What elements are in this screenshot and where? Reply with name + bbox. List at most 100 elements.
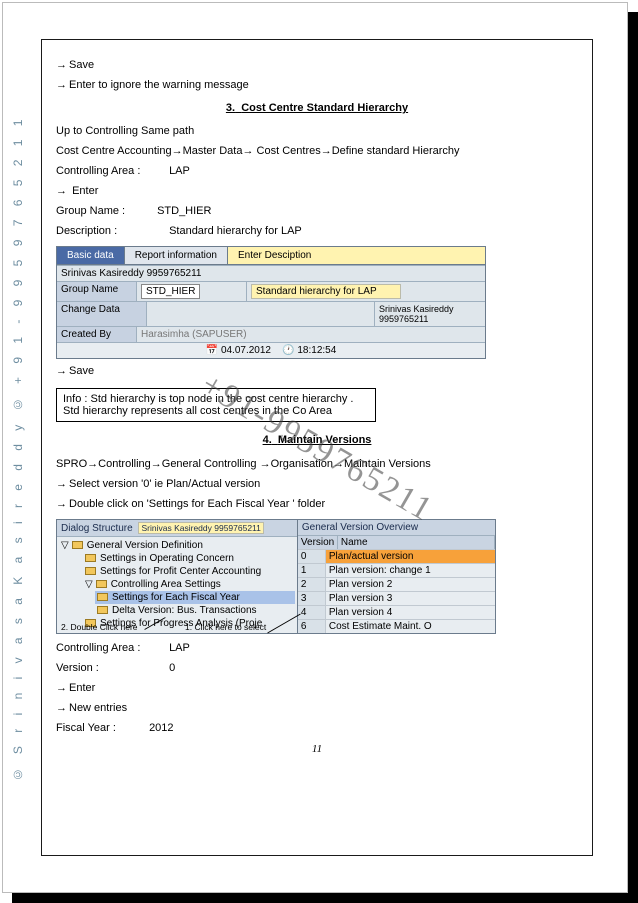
page: © S r i n i v a s a K a s i r e d d y © … [2, 2, 628, 893]
name: Plan version 2 [326, 578, 495, 591]
created-by-row: Created By Harasimha (SAPUSER) [57, 326, 485, 342]
callout-double-click: 2. Double Click here [61, 622, 138, 632]
version-row-6[interactable]: 6Cost Estimate Maint. O [298, 619, 495, 633]
step-save-2: Save [56, 363, 578, 380]
ver: 4 [298, 606, 326, 619]
desc-input[interactable]: Standard hierarchy for LAP [251, 284, 401, 299]
note-uptopath: Up to Controlling Same path [56, 123, 578, 140]
step-enter: Enter [56, 183, 578, 200]
date-time-row: 📅 04.07.2012 🕐 18:12:54 [57, 342, 485, 358]
text: Save [69, 365, 94, 377]
text: Double click on 'Settings for Each Fisca… [69, 498, 325, 510]
text: Enter to ignore the warning message [69, 79, 249, 91]
version-row-3[interactable]: 3Plan version 3 [298, 591, 495, 605]
step-double-click: Double click on 'Settings for Each Fisca… [56, 496, 578, 513]
step-save: Save [56, 57, 578, 74]
tree-item-operating-concern[interactable]: Settings in Operating Concern [83, 552, 295, 565]
tab-report-info[interactable]: Report information [125, 247, 228, 265]
tree-body: ▽General Version Definition Settings in … [57, 537, 297, 632]
text: Save [69, 59, 94, 71]
group-label: Group Name [57, 282, 137, 301]
text: Enter [72, 185, 98, 197]
col-name: Name [338, 536, 495, 549]
folder-icon [97, 593, 108, 601]
tree-item-profit-center[interactable]: Settings for Profit Center Accounting [83, 565, 295, 578]
ver: 1 [298, 564, 326, 577]
label: Controlling Area : [56, 640, 166, 657]
page-number: 11 [56, 743, 578, 755]
info-box: Info : Std hierarchy is top node in the … [56, 388, 376, 422]
sap-basic-data-panel: Basic data Report information Enter Desc… [56, 246, 486, 359]
author-row: Srinivas Kasireddy 9959765211 [57, 265, 485, 281]
page-shadow-right [628, 12, 638, 903]
created-by-value: Harasimha (SAPUSER) [137, 327, 485, 342]
created-by-label: Created By [57, 327, 137, 342]
dialog-tree-pane: Dialog Structure Srinivas Kasireddy 9959… [57, 520, 298, 633]
section-num: 3. [226, 102, 235, 114]
page-shadow-bottom [12, 893, 638, 903]
value: Standard hierarchy for LAP [169, 225, 302, 237]
section-title-text: Maintain Versions [278, 434, 372, 446]
group-input[interactable]: STD_HIER [141, 284, 200, 299]
name: Cost Estimate Maint. O [326, 620, 495, 633]
label: Fiscal Year : [56, 720, 146, 737]
calendar-icon: 📅 [206, 345, 218, 356]
info-line-2: Std hierarchy represents all cost centre… [63, 405, 369, 417]
nav-path-3: Cost Centre Accounting→Master Data→ Cost… [56, 143, 578, 160]
value: 2012 [149, 722, 173, 734]
callout-click-select: 1. Click here to select [185, 622, 266, 632]
field-fiscal-year: Fiscal Year : 2012 [56, 720, 578, 737]
section-num: 4. [263, 434, 272, 446]
value: LAP [169, 642, 190, 654]
label: Settings in Operating Concern [100, 553, 234, 564]
label: Version : [56, 660, 166, 677]
tree-item-general-version[interactable]: ▽General Version Definition [59, 539, 295, 552]
tab-enter-description: Enter Desciption [228, 247, 485, 265]
field-group-name: Group Name : STD_HIER [56, 203, 578, 220]
author-cell: Srinivas Kasireddy 9959765211 [57, 266, 485, 281]
tree-header: Dialog Structure Srinivas Kasireddy 9959… [57, 520, 297, 537]
change-data-label: Change Data [57, 302, 147, 326]
ver: 0 [298, 550, 326, 563]
group-input-cell: STD_HIER [137, 282, 247, 301]
value: STD_HIER [157, 205, 211, 217]
tree-item-fiscal-year[interactable]: Settings for Each Fiscal Year [95, 591, 295, 604]
date-value: 04.07.2012 [221, 345, 271, 356]
group-row: Group Name STD_HIER Standard hierarchy f… [57, 281, 485, 301]
version-row-0[interactable]: 0Plan/actual version [298, 549, 495, 563]
tab-strip: Basic data Report information Enter Desc… [57, 247, 485, 265]
tree-item-delta-version[interactable]: Delta Version: Bus. Transactions [95, 604, 295, 617]
field-controlling-area: Controlling Area : LAP [56, 163, 578, 180]
desc-input-cell: Standard hierarchy for LAP [247, 282, 485, 301]
time-value: 18:12:54 [297, 345, 336, 356]
copyright-sidebar: © S r i n i v a s a K a s i r e d d y © … [11, 114, 25, 781]
clock-icon: 🕐 [282, 345, 294, 356]
tree-item-controlling-area[interactable]: ▽Controlling Area Settings [83, 578, 295, 591]
tree-author: Srinivas Kasireddy 9959765211 [138, 522, 263, 534]
table-header: Version Name [298, 536, 495, 549]
name: Plan version 4 [326, 606, 495, 619]
field-version: Version : 0 [56, 660, 578, 677]
section-title-text: Cost Centre Standard Hierarchy [241, 102, 408, 114]
name: Plan version 3 [326, 592, 495, 605]
value: LAP [169, 165, 190, 177]
tree-title: Dialog Structure [61, 523, 133, 534]
nav-path-4: SPRO→Controlling→General Controlling →Or… [56, 456, 578, 473]
tab-basic-data[interactable]: Basic data [57, 247, 125, 265]
ver: 6 [298, 620, 326, 633]
info-line-1: Info : Std hierarchy is top node in the … [63, 393, 369, 405]
version-row-2[interactable]: 2Plan version 2 [298, 577, 495, 591]
ver: 2 [298, 578, 326, 591]
table-title: General Version Overview [298, 520, 495, 536]
name: Plan/actual version [326, 550, 495, 563]
version-row-4[interactable]: 4Plan version 4 [298, 605, 495, 619]
version-row-1[interactable]: 1Plan version: change 1 [298, 563, 495, 577]
folder-icon [85, 567, 96, 575]
label: Settings for Each Fiscal Year [112, 592, 240, 603]
folder-icon [96, 580, 107, 588]
step-ignore-warning: Enter to ignore the warning message [56, 77, 578, 94]
value: 0 [169, 662, 175, 674]
name: Plan version: change 1 [326, 564, 495, 577]
folder-icon [72, 541, 83, 549]
label: Description : [56, 223, 166, 240]
